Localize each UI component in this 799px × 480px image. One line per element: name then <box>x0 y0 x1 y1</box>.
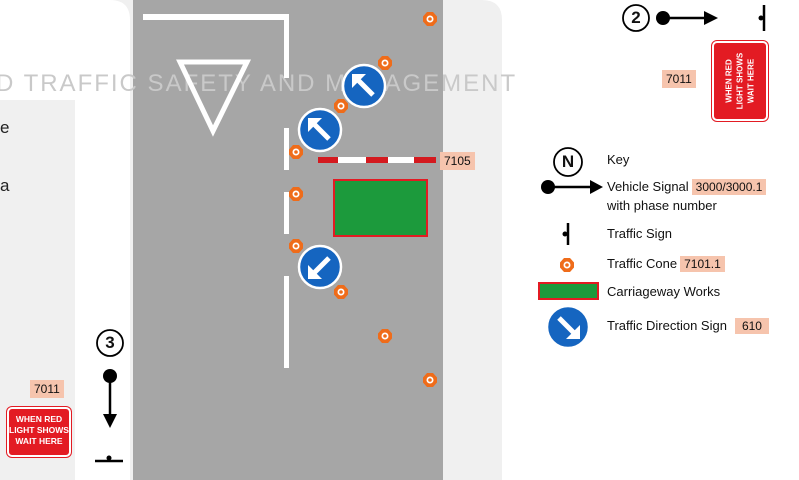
traffic-cone-icon <box>560 258 574 272</box>
key-carriageway-works: Carriageway Works <box>607 284 721 299</box>
key-label: Traffic Cone <box>607 256 678 271</box>
key-symbols <box>538 147 603 350</box>
key-title: Key <box>607 152 630 167</box>
key-tag: 610 <box>734 318 769 334</box>
key-direction-sign: Traffic Direction Sign 610 <box>607 318 769 334</box>
key-tag: 3000/3000.1 <box>691 179 767 195</box>
key-traffic-cone: Traffic Cone 7101.1 <box>607 256 725 272</box>
key-traffic-sign: Traffic Sign <box>607 226 673 241</box>
key-vehicle-signal-sub: with phase number <box>607 198 717 213</box>
carriageway-works-icon <box>538 282 599 300</box>
key-tag: 7101.1 <box>680 256 725 272</box>
north-label: N <box>561 152 575 171</box>
arrow-right-icon <box>590 180 603 194</box>
key-label: Vehicle Signal <box>607 179 689 194</box>
key-label: Traffic Direction Sign <box>607 318 727 333</box>
key-vehicle-signal: Vehicle Signal 3000/3000.1 <box>607 179 767 195</box>
direction-sign-icon <box>545 304 591 350</box>
